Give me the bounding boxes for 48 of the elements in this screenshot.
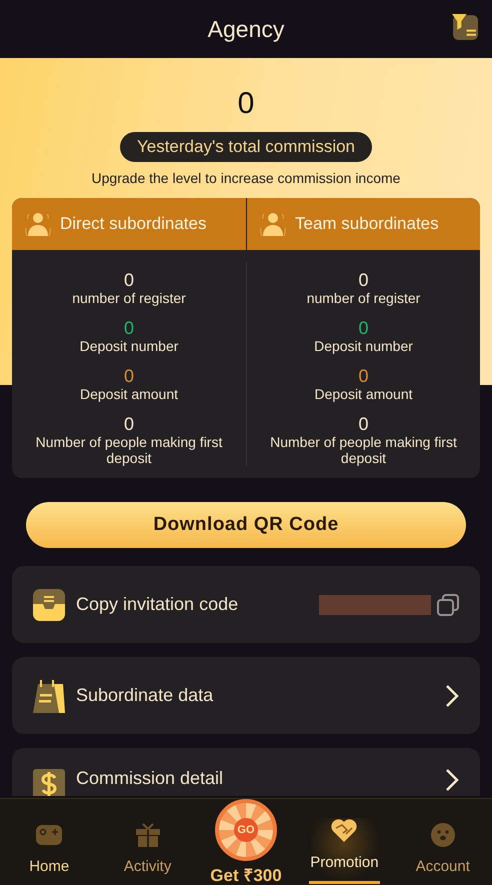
panel-title: Direct subordinates — [60, 214, 206, 234]
copy-icon[interactable] — [437, 594, 459, 616]
stat-value: 0 — [124, 318, 134, 338]
stat-label: Number of people making first deposit — [269, 434, 458, 466]
lucky-wheel[interactable]: GO Get ₹300 — [196, 799, 296, 885]
gamepad-icon — [35, 822, 64, 848]
stat-value: 0 — [124, 270, 134, 290]
inbox-icon — [32, 588, 66, 622]
dollar-icon — [32, 768, 66, 796]
stat-label: Deposit number — [314, 338, 413, 354]
stat-value: 0 — [358, 366, 368, 386]
menu-label: Copy invitation code — [76, 594, 238, 615]
menu-label: Subordinate data — [76, 685, 214, 706]
handshake-heart-icon — [330, 818, 358, 844]
chevron-right-icon — [445, 768, 459, 792]
stat-label: number of register — [306, 290, 420, 306]
stat-value: 0 — [358, 318, 368, 338]
stat-label: Number of people making first deposit — [34, 434, 224, 466]
upgrade-note: Upgrade the level to increase commission income — [92, 170, 400, 186]
nav-tab[interactable]: Home — [0, 822, 98, 885]
nav-tab[interactable]: Activity — [98, 822, 197, 885]
nav-tab[interactable]: Promotion — [309, 818, 380, 884]
stat-value: 0 — [124, 366, 134, 386]
stat-value: 0 — [124, 414, 134, 434]
person-icon — [24, 210, 52, 238]
panel-title: Team subordinates — [295, 214, 439, 234]
download-button[interactable]: Download QR Code — [26, 502, 466, 548]
smiley-icon — [428, 822, 457, 848]
stat-value: 0 — [358, 270, 368, 290]
stat-value: 0 — [358, 414, 368, 434]
menu-row[interactable]: Subordinate data — [12, 657, 480, 734]
commission-amount: 0 — [238, 86, 254, 122]
go-badge: GO — [234, 818, 258, 842]
stat-label: Deposit amount — [80, 386, 178, 402]
notepad-icon — [32, 678, 66, 712]
stat-label: Deposit amount — [314, 386, 413, 402]
nav-tab[interactable]: Account — [394, 822, 492, 885]
commission-label: Yesterday's total commission — [120, 132, 372, 162]
stat-label: number of register — [72, 290, 186, 306]
menu-row[interactable]: Commission detail — [12, 748, 480, 796]
page-title: Agency — [208, 16, 284, 42]
filter-icon[interactable] — [451, 13, 478, 40]
chevron-right-icon — [445, 684, 459, 708]
menu-row[interactable]: Copy invitation code — [12, 566, 480, 643]
menu-label: Commission detail — [76, 768, 224, 789]
person-icon — [259, 210, 287, 238]
gift-icon — [134, 822, 162, 848]
stat-label: Deposit number — [80, 338, 178, 354]
